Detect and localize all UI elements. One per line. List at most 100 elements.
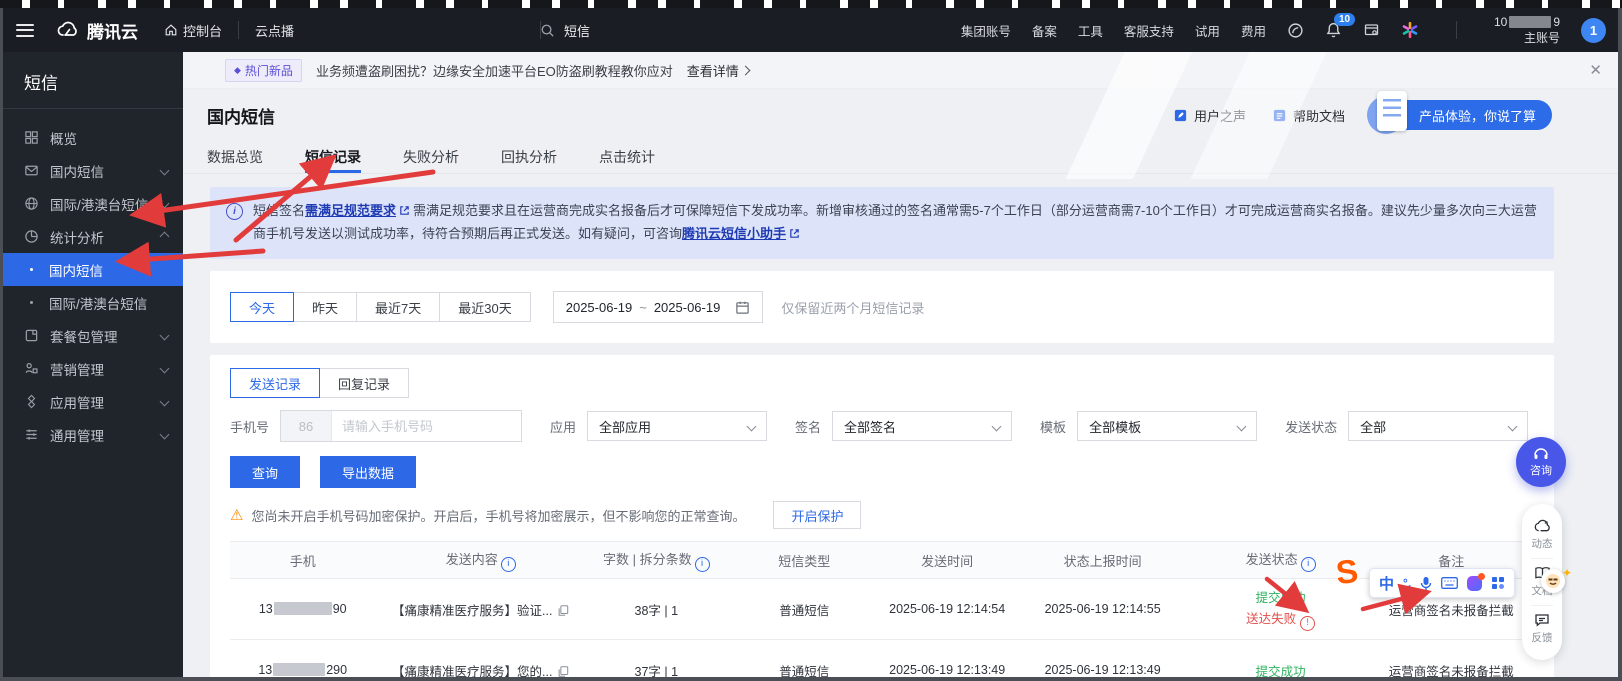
nav-support[interactable]: 客服支持 (1124, 21, 1174, 40)
dock-item-feedback[interactable]: 反馈 (1532, 606, 1553, 652)
microphone-icon[interactable] (1420, 576, 1432, 591)
copy-icon[interactable] (557, 665, 569, 678)
template-label: 模板 (1040, 417, 1066, 436)
send-status-select[interactable]: 全部 (1348, 411, 1528, 441)
cell-report-time: 2025-06-19 12:14:55 (1012, 579, 1193, 640)
sidebar-item-domestic-sms[interactable]: 国内短信 (0, 154, 183, 187)
sidebar-item-app-mgmt[interactable]: 应用管理 (0, 385, 183, 418)
nav-group-account[interactable]: 集团账号 (961, 21, 1011, 40)
phone-label: 手机号 (230, 417, 269, 436)
col-type: 短信类型 (727, 542, 882, 579)
ai-assistant-star-icon[interactable] (1401, 21, 1419, 39)
app-select[interactable]: 全部应用 (587, 411, 767, 441)
quick-date-7days[interactable]: 最近7天 (356, 292, 440, 322)
consult-float-button[interactable]: 咨询 (1516, 437, 1566, 487)
banner-details-link[interactable]: 查看详情 (687, 61, 749, 80)
toggle-reply-records[interactable]: 回复记录 (319, 368, 409, 398)
nav-divider (238, 21, 239, 39)
calendar-icon (735, 300, 750, 315)
copy-icon[interactable] (557, 604, 569, 617)
notification-bell-icon[interactable]: 10 (1325, 21, 1342, 39)
sidebar-item-general-mgmt[interactable]: 通用管理 (0, 418, 183, 451)
diamond-icon: ◆ (234, 65, 241, 76)
phone-input-group: 86 (280, 410, 522, 442)
info-icon[interactable]: i (1301, 557, 1316, 572)
tencent-cloud-logo[interactable]: 腾讯云 (56, 18, 138, 43)
search-icon (540, 23, 555, 38)
status-delivery-failed: 送达失败! (1194, 608, 1368, 631)
enable-protection-button[interactable]: 开启保护 (773, 501, 861, 529)
date-filter-card: 今天 昨天 最近7天 最近30天 2025-06-19 ~ 2025-06-19… (210, 271, 1554, 343)
ime-punctuation-toggle[interactable]: °, (1403, 576, 1411, 590)
toggle-send-records[interactable]: 发送记录 (230, 368, 320, 398)
global-search[interactable]: 短信 (540, 21, 590, 40)
tab-data-overview[interactable]: 数据总览 (207, 141, 263, 173)
nav-trial[interactable]: 试用 (1195, 21, 1220, 40)
chevron-up-icon (160, 232, 170, 242)
banner-close-icon[interactable]: ✕ (1589, 61, 1602, 79)
top-navbar: 腾讯云 控制台 云点播 短信 集团账号 备案 工具 客服支持 试用 费用 10 (0, 8, 1622, 52)
tab-sms-records[interactable]: 短信记录 (305, 141, 361, 173)
template-select[interactable]: 全部模板 (1077, 411, 1257, 441)
product-experience-pill[interactable]: 产品体验，你说了算 (1377, 100, 1552, 130)
nav-console[interactable]: 控制台 (164, 21, 222, 40)
workbench-icon[interactable] (1363, 22, 1380, 38)
info-icon[interactable]: i (501, 557, 516, 572)
external-link-icon (789, 224, 800, 246)
ime-toolbox-icon[interactable] (1491, 576, 1505, 590)
sidebar-item-statistics[interactable]: 统计分析 (0, 220, 183, 253)
cell-content: 【痛康精准医疗服务】您的... (375, 640, 586, 681)
ime-language-toggle[interactable]: 中 (1379, 573, 1394, 594)
quick-date-today[interactable]: 今天 (230, 292, 294, 322)
quick-date-yesterday[interactable]: 昨天 (293, 292, 357, 322)
sign-label: 签名 (795, 417, 821, 436)
chevron-down-icon (160, 199, 170, 209)
sidebar-item-marketing-mgmt[interactable]: 营销管理 (0, 352, 183, 385)
tab-failure-analysis[interactable]: 失败分析 (403, 141, 459, 173)
bullet-icon (30, 301, 33, 304)
ime-skin-icon[interactable] (1467, 576, 1482, 591)
sidebar-subitem-domestic-sms-stats[interactable]: 国内短信 (0, 253, 183, 286)
ime-toolbar: 中 °, (1369, 568, 1515, 598)
tab-click-stats[interactable]: 点击统计 (599, 141, 655, 173)
tab-receipt-analysis[interactable]: 回执分析 (501, 141, 557, 173)
avatar[interactable]: 1 (1581, 18, 1606, 43)
dock-item-news[interactable]: 动态 (1532, 512, 1553, 558)
help-docs-link[interactable]: 帮助文档 (1272, 106, 1345, 125)
quick-date-30days[interactable]: 最近30天 (439, 292, 530, 322)
home-icon (164, 23, 178, 37)
signature-select[interactable]: 全部签名 (832, 411, 1012, 441)
page-title: 国内短信 (207, 103, 275, 128)
sms-assistant-link[interactable]: 腾讯云短信小助手 (682, 226, 786, 241)
promo-icon[interactable] (1287, 22, 1304, 39)
phone-input[interactable] (332, 419, 521, 434)
sidebar-subitem-intl-sms-stats[interactable]: 国际/港澳台短信 (0, 286, 183, 319)
spec-requirements-link[interactable]: 需满足规范要求 (305, 203, 396, 218)
nav-tools[interactable]: 工具 (1078, 21, 1103, 40)
sidebar-item-overview[interactable]: 概览 (0, 121, 183, 154)
sogou-ime-logo[interactable]: S (1334, 552, 1360, 592)
document-icon (1272, 108, 1287, 123)
table-row: 13290 【痛康精准医疗服务】您的... 37字 | 1 普通短信 2025-… (230, 640, 1534, 681)
sidebar: 短信 概览 国内短信 国际/港澳台短信 统计分析 国内短信 国际/港澳台短信 (0, 52, 183, 681)
nav-billing[interactable]: 费用 (1241, 21, 1266, 40)
keyboard-icon[interactable] (1441, 577, 1458, 589)
hamburger-menu-icon[interactable] (16, 24, 34, 37)
nav-divider (1456, 21, 1457, 39)
export-button[interactable]: 导出数据 (320, 456, 416, 488)
sidebar-item-package-mgmt[interactable]: 套餐包管理 (0, 319, 183, 352)
sidebar-item-intl-sms[interactable]: 国际/港澳台短信 (0, 187, 183, 220)
phone-country-code[interactable]: 86 (281, 411, 332, 441)
user-voice-link[interactable]: 用户之声 (1173, 106, 1246, 125)
feedback-pen-icon (1173, 108, 1188, 123)
nav-product-vod[interactable]: 云点播 (255, 21, 294, 40)
error-info-icon[interactable]: ! (1300, 616, 1315, 631)
account-info[interactable]: 109 主账号 (1494, 14, 1560, 46)
date-range-picker[interactable]: 2025-06-19 ~ 2025-06-19 (553, 291, 764, 323)
col-phone: 手机 (230, 542, 375, 579)
nav-icp[interactable]: 备案 (1032, 21, 1057, 40)
info-icon[interactable]: i (695, 557, 710, 572)
query-button[interactable]: 查询 (230, 456, 300, 488)
chevron-down-icon (160, 331, 170, 341)
divider (0, 108, 183, 109)
